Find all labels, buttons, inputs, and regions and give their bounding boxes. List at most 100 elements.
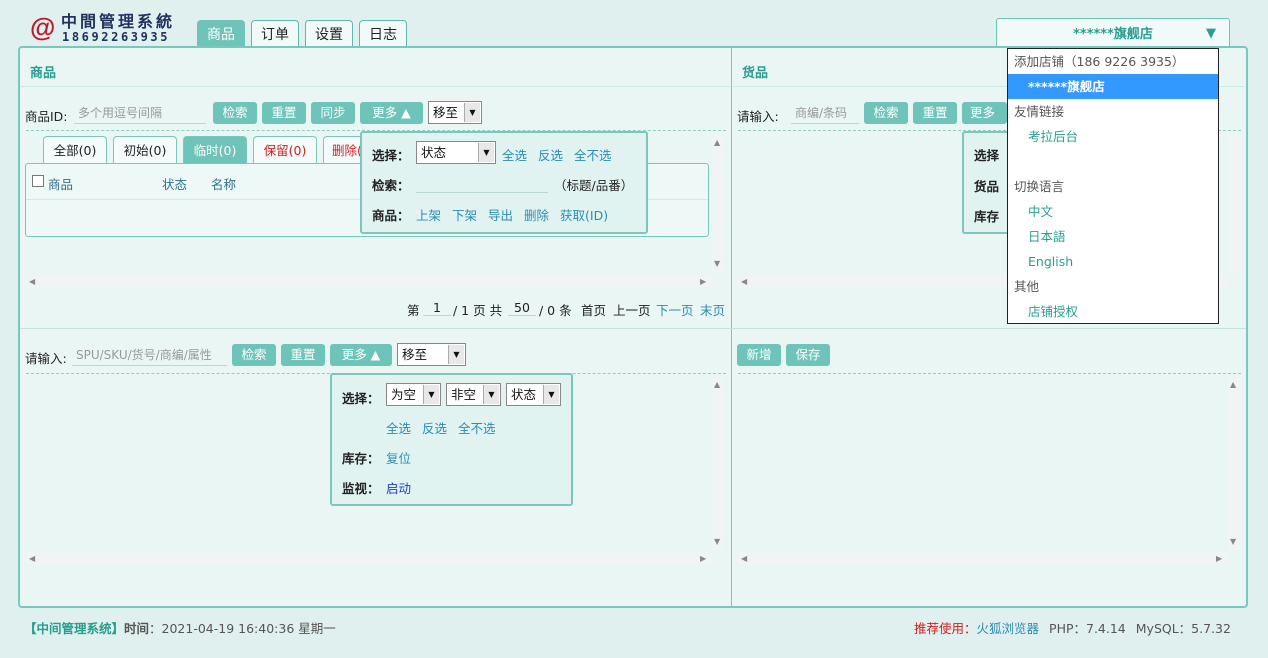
dropdown-arrow-icon: ▼ [423,385,439,404]
sku-search-input[interactable]: SPU/SKU/货号/商编/属性 [72,344,227,366]
pager-size-input[interactable]: 50 [508,300,536,316]
popup-status-value: 状态 [421,145,447,160]
store-selector[interactable]: ******旗舰店 [996,18,1230,49]
sku-vertical-scrollbar[interactable] [712,378,724,550]
footer-recommend-label: 推荐使用： [914,621,977,636]
goods-id-input[interactable]: 多个用逗号间隔 [74,102,206,124]
menu-item-add-store[interactable]: 添加店铺（186 9226 3935） [1008,49,1218,74]
filter-tab-deleted[interactable]: 删除( [323,136,363,164]
dropdown-arrow-icon: ▼ [464,103,480,122]
action-export-link[interactable]: 导出 [488,205,513,224]
pager-next-link[interactable]: 下一页 [656,300,694,319]
dropdown-arrow-icon: ▼ [483,385,499,404]
sku-reset-button[interactable]: 重置 [281,344,325,366]
scroll-up-icon[interactable]: ▲ [1230,380,1236,389]
scroll-left-icon[interactable]: ◀ [741,277,747,286]
sku-invert-link[interactable]: 反选 [422,418,447,437]
sku-more-button[interactable]: 更多 ▲ [330,344,392,366]
scroll-down-icon[interactable]: ▼ [1230,537,1236,546]
new-button[interactable]: 新增 [737,344,781,366]
sku-select-none-link[interactable]: 全不选 [458,418,496,437]
goods-horizontal-scrollbar[interactable] [26,275,712,287]
action-fetch-id-link[interactable]: 获取(ID) [560,205,608,224]
column-header-goods[interactable]: 商品 [48,174,73,193]
scroll-right-icon[interactable]: ▶ [700,554,706,563]
popup-select-label: 选择： [372,148,410,163]
cargo-more-button[interactable]: 更多 ▲ [962,102,1007,124]
footer-info: 推荐使用：火狐浏览器 PHP：7.4.14 MySQL：5.7.32 [914,618,1231,637]
menu-item-kaola-link[interactable]: 考拉后台 [1008,124,1218,149]
editor-horizontal-scrollbar[interactable] [738,552,1228,564]
scroll-right-icon[interactable]: ▶ [700,277,706,286]
scroll-left-icon[interactable]: ◀ [29,554,35,563]
tab-orders[interactable]: 订单 [251,20,299,48]
select-empty[interactable]: 为空 ▼ [386,383,441,406]
editor-vertical-scrollbar[interactable] [1228,378,1240,550]
goods-reset-button[interactable]: 重置 [262,102,306,124]
popup-select-none-link[interactable]: 全不选 [574,145,612,164]
cargo-vertical-scrollbar[interactable] [1228,136,1240,272]
popup-select-all-link[interactable]: 全选 [502,145,527,164]
action-delete-link[interactable]: 删除 [524,205,549,224]
menu-item-lang-ja[interactable]: 日本語 [1008,224,1218,249]
action-list-link[interactable]: 上架 [416,205,441,224]
goods-move-to-select[interactable]: 移至 ▼ [428,101,482,124]
popup-search-hint: （标题/品番） [554,178,634,193]
filter-tab-all[interactable]: 全部(0) [43,136,107,164]
scroll-left-icon[interactable]: ◀ [29,277,35,286]
menu-item-lang-zh[interactable]: 中文 [1008,199,1218,224]
menu-item-store-auth[interactable]: 店铺授权 [1008,299,1218,324]
sku-select-all-link[interactable]: 全选 [386,418,411,437]
select-status-value: 状态 [511,387,537,402]
filter-tab-reserved[interactable]: 保留(0) [253,136,317,164]
action-delist-link[interactable]: 下架 [452,205,477,224]
goods-sync-button[interactable]: 同步 [311,102,355,124]
pager-page-total: / 1 页 共 [453,303,503,318]
pager-page-input[interactable]: 1 [423,300,451,316]
sku-move-to-select[interactable]: 移至 ▼ [397,343,466,366]
filter-tab-initial[interactable]: 初始(0) [113,136,177,164]
scroll-left-icon[interactable]: ◀ [741,554,747,563]
popup-invert-link[interactable]: 反选 [538,145,563,164]
cargo-search-button[interactable]: 检索 [864,102,908,124]
sku-horizontal-scrollbar[interactable] [26,552,712,564]
popup-search-input[interactable] [416,171,548,193]
scroll-down-icon[interactable]: ▼ [714,259,720,268]
filter-tab-temporary[interactable]: 临时(0) [183,136,247,164]
cargo-popup-cargo-label: 货品 [974,179,1000,194]
scroll-right-icon[interactable]: ▶ [1216,554,1222,563]
cargo-reset-button[interactable]: 重置 [913,102,957,124]
menu-item-selected-store[interactable]: ******旗舰店 [1008,74,1218,99]
cargo-popup-select-label: 选择 [974,148,1000,163]
sku-monitor-start-link[interactable]: 启动 [386,478,411,497]
select-status[interactable]: 状态 ▼ [506,383,561,406]
chevron-down-icon[interactable]: ▼ [1206,26,1216,41]
goods-search-button[interactable]: 检索 [213,102,257,124]
tab-settings[interactable]: 设置 [305,20,353,48]
select-not-empty[interactable]: 非空 ▼ [446,383,501,406]
footer-browser-link[interactable]: 火狐浏览器 [977,621,1040,636]
scroll-up-icon[interactable]: ▲ [714,380,720,389]
tab-goods[interactable]: 商品 [197,20,245,48]
tab-logs[interactable]: 日志 [359,20,407,48]
editor-toolbar-divider [738,373,1241,374]
save-button[interactable]: 保存 [786,344,830,366]
goods-vertical-scrollbar[interactable] [712,136,724,272]
popup-status-select[interactable]: 状态 ▼ [416,141,496,164]
sku-stock-label: 库存： [342,451,380,466]
sku-stock-reset-link[interactable]: 复位 [386,448,411,467]
logo-phone: 18692263935 [62,30,171,44]
column-header-status[interactable]: 状态 [162,174,187,193]
cargo-search-input[interactable]: 商编/条码 [791,102,859,124]
scroll-down-icon[interactable]: ▼ [714,537,720,546]
column-header-name[interactable]: 名称 [211,174,236,193]
sku-search-button[interactable]: 检索 [232,344,276,366]
scroll-up-icon[interactable]: ▲ [714,138,720,147]
footer-time-label: 时间 [124,621,150,636]
goods-more-button[interactable]: 更多 ▲ [360,102,423,124]
pager-prev: 上一页 [613,303,651,318]
pager-first: 首页 [581,303,607,318]
menu-item-lang-en[interactable]: English [1008,249,1218,274]
select-all-checkbox[interactable] [32,175,44,187]
pager-last-link[interactable]: 末页 [700,300,725,319]
